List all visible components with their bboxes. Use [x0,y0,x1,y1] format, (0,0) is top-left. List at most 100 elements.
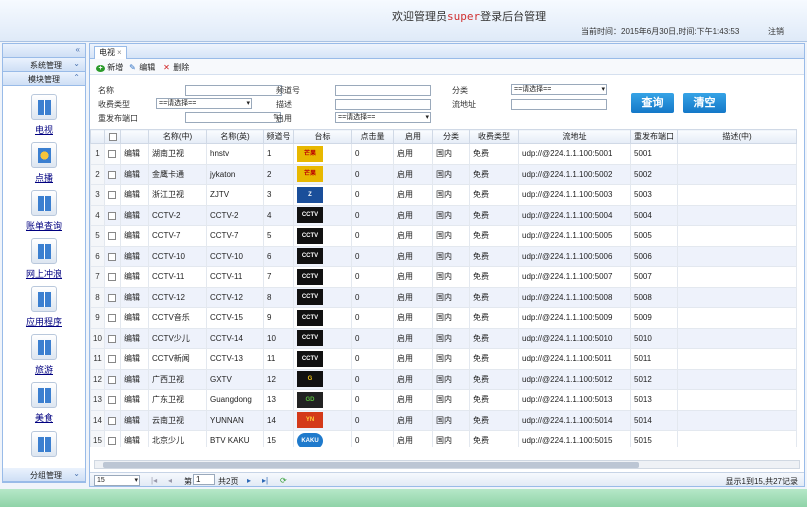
col-fee[interactable]: 收费类型 [469,129,519,144]
row-checkbox[interactable] [104,430,121,447]
col-desc[interactable]: 描述(中) [677,129,797,144]
col-channel[interactable]: 频道号 [263,129,294,144]
prev-page-icon[interactable]: ◂ [168,476,172,485]
row-checkbox[interactable] [104,327,121,349]
row-checkbox[interactable] [104,286,121,308]
table-row[interactable]: 5 编辑 CCTV-7 CCTV-7 5 CCTV 0 启用 国内 免费 udp://@224.1.… [90,225,797,247]
menu-item-food[interactable]: 美食 [3,382,85,424]
edit-link[interactable]: 编辑 [120,245,149,267]
select-all-checkbox[interactable] [104,129,121,144]
description-input[interactable] [335,99,431,110]
table-row[interactable]: 4 编辑 CCTV-2 CCTV-2 4 CCTV 0 启用 国内 免费 udp://@224.1.… [90,204,797,226]
edit-link[interactable]: 编辑 [120,368,149,390]
row-checkbox[interactable] [104,184,121,206]
table-row[interactable]: 11 编辑 CCTV新闻 CCTV-13 11 CCTV 0 启用 国内 免费 udp://@224… [90,348,797,370]
edit-link[interactable]: 编辑 [120,307,149,329]
table-row[interactable]: 15 编辑 北京少儿 BTV KAKU 15 KAKU 0 启用 国内 免费 udp://@224.… [90,430,797,447]
row-checkbox[interactable] [104,368,121,390]
close-icon[interactable]: × [117,48,122,57]
tab-tv[interactable]: 电视 × [94,46,127,59]
row-checkbox[interactable] [104,409,121,431]
row-checkbox[interactable] [104,389,121,411]
last-page-icon[interactable]: ▸| [262,476,268,485]
collapse-icon[interactable]: « [76,45,80,54]
row-checkbox[interactable] [104,307,121,329]
row-checkbox[interactable] [104,348,121,370]
row-checkbox[interactable] [104,266,121,288]
fee-type: 免费 [469,286,519,308]
group-management-header[interactable]: 分组管理 ⌄ [3,468,85,482]
row-checkbox[interactable] [104,163,121,185]
row-checkbox[interactable] [104,245,121,267]
add-button[interactable]: + 新增 [96,62,123,73]
col-name-zh[interactable]: 名称(中) [148,129,207,144]
table-row[interactable]: 14 编辑 云南卫视 YUNNAN 14 YN 0 启用 国内 免费 udp://@224.1.1.… [90,409,797,431]
delete-button[interactable]: ✕ 删除 [162,62,189,73]
menu-item-web[interactable]: 网上冲浪 [3,238,85,280]
name-input[interactable] [185,85,282,96]
fee-type-select[interactable]: ==请选择== [156,98,252,109]
edit-button[interactable]: ✎ 编辑 [128,62,155,73]
query-button[interactable]: 查询 [631,93,674,113]
col-port[interactable]: 重发布端口 [630,129,678,144]
refresh-icon[interactable]: ⟳ [280,476,287,485]
table-row[interactable]: 12 编辑 广西卫视 GXTV 12 G 0 启用 国内 免费 udp://@224.1.1.100… [90,368,797,390]
col-category[interactable]: 分类 [432,129,470,144]
menu-item-vod[interactable]: 点播 [3,142,85,184]
edit-link[interactable]: 编辑 [120,389,149,411]
first-page-icon[interactable]: |◂ [151,476,157,485]
toolbar: + 新增 ✎ 编辑 ✕ 删除 [90,59,804,75]
table-row[interactable]: 3 编辑 浙江卫视 ZJTV 3 Z 0 启用 国内 免费 udp://@224.1.1.100:5… [90,184,797,206]
scroll-thumb[interactable] [103,462,639,468]
col-enable[interactable]: 启用 [393,129,433,144]
logout-link[interactable]: 注销 [768,26,784,37]
table-row[interactable]: 2 编辑 金鹰卡通 jykaton 2 芒果 0 启用 国内 免费 udp://@224.1.1.1… [90,163,797,185]
edit-link[interactable]: 编辑 [120,225,149,247]
table-row[interactable]: 10 编辑 CCTV少儿 CCTV-14 10 CCTV 0 启用 国内 免费 udp://@224… [90,327,797,349]
clear-button[interactable]: 清空 [683,93,726,113]
enable-status: 启用 [393,163,433,185]
row-checkbox[interactable] [104,204,121,226]
module-management-header[interactable]: 模块管理 ⌃ [3,72,85,86]
port-spinner[interactable] [185,112,281,123]
edit-link[interactable]: 编辑 [120,143,149,165]
menu-item-more[interactable] [3,431,85,457]
menu-item-tv[interactable]: 电视 [3,94,85,136]
edit-link[interactable]: 编辑 [120,266,149,288]
edit-link[interactable]: 编辑 [120,327,149,349]
next-page-icon[interactable]: ▸ [247,476,251,485]
edit-link[interactable]: 编辑 [120,204,149,226]
category-select[interactable]: ==请选择== [511,84,607,95]
col-logo[interactable]: 台标 [293,129,352,144]
name-en: GXTV [206,368,264,390]
menu-item-travel[interactable]: 旅游 [3,334,85,376]
stream-url-input[interactable] [511,99,607,110]
edit-link[interactable]: 编辑 [120,286,149,308]
table-row[interactable]: 13 编辑 广东卫视 Guangdong 13 GD 0 启用 国内 免费 udp://@224.1… [90,389,797,411]
row-checkbox[interactable] [104,143,121,165]
menu-item-apps[interactable]: 应用程序 [3,286,85,328]
edit-link[interactable]: 编辑 [120,348,149,370]
row-checkbox[interactable] [104,225,121,247]
col-stream[interactable]: 流地址 [518,129,631,144]
menu-item-bill[interactable]: 账单查询 [3,190,85,232]
col-name-en[interactable]: 名称(英) [206,129,264,144]
col-clicks[interactable]: 点击量 [351,129,394,144]
table-row[interactable]: 1 编辑 湖南卫视 hnstv 1 芒果 0 启用 国内 免费 udp://@224.1.1.100… [90,143,797,165]
edit-link[interactable]: 编辑 [120,184,149,206]
enable-select[interactable]: ==请选择== [335,112,431,123]
tv-icon [31,94,57,120]
page-size-select[interactable]: 15 [94,475,140,486]
table-row[interactable]: 7 编辑 CCTV-11 CCTV-11 7 CCTV 0 启用 国内 免费 udp://@224.… [90,266,797,288]
horizontal-scrollbar[interactable] [94,460,800,469]
page-number-input[interactable]: 1 [193,474,215,485]
edit-link[interactable]: 编辑 [120,163,149,185]
table-row[interactable]: 6 编辑 CCTV-10 CCTV-10 6 CCTV 0 启用 国内 免费 udp://@224.… [90,245,797,267]
table-row[interactable]: 8 编辑 CCTV-12 CCTV-12 8 CCTV 0 启用 国内 免费 udp://@224.… [90,286,797,308]
edit-link[interactable]: 编辑 [120,409,149,431]
table-row[interactable]: 9 编辑 CCTV音乐 CCTV-15 9 CCTV 0 启用 国内 免费 udp://@224.1… [90,307,797,329]
edit-link[interactable]: 编辑 [120,430,149,447]
panel-collapse-bar[interactable]: « [3,44,85,58]
channel-input[interactable] [335,85,431,96]
system-management-header[interactable]: 系统管理 ⌄ [3,58,85,72]
